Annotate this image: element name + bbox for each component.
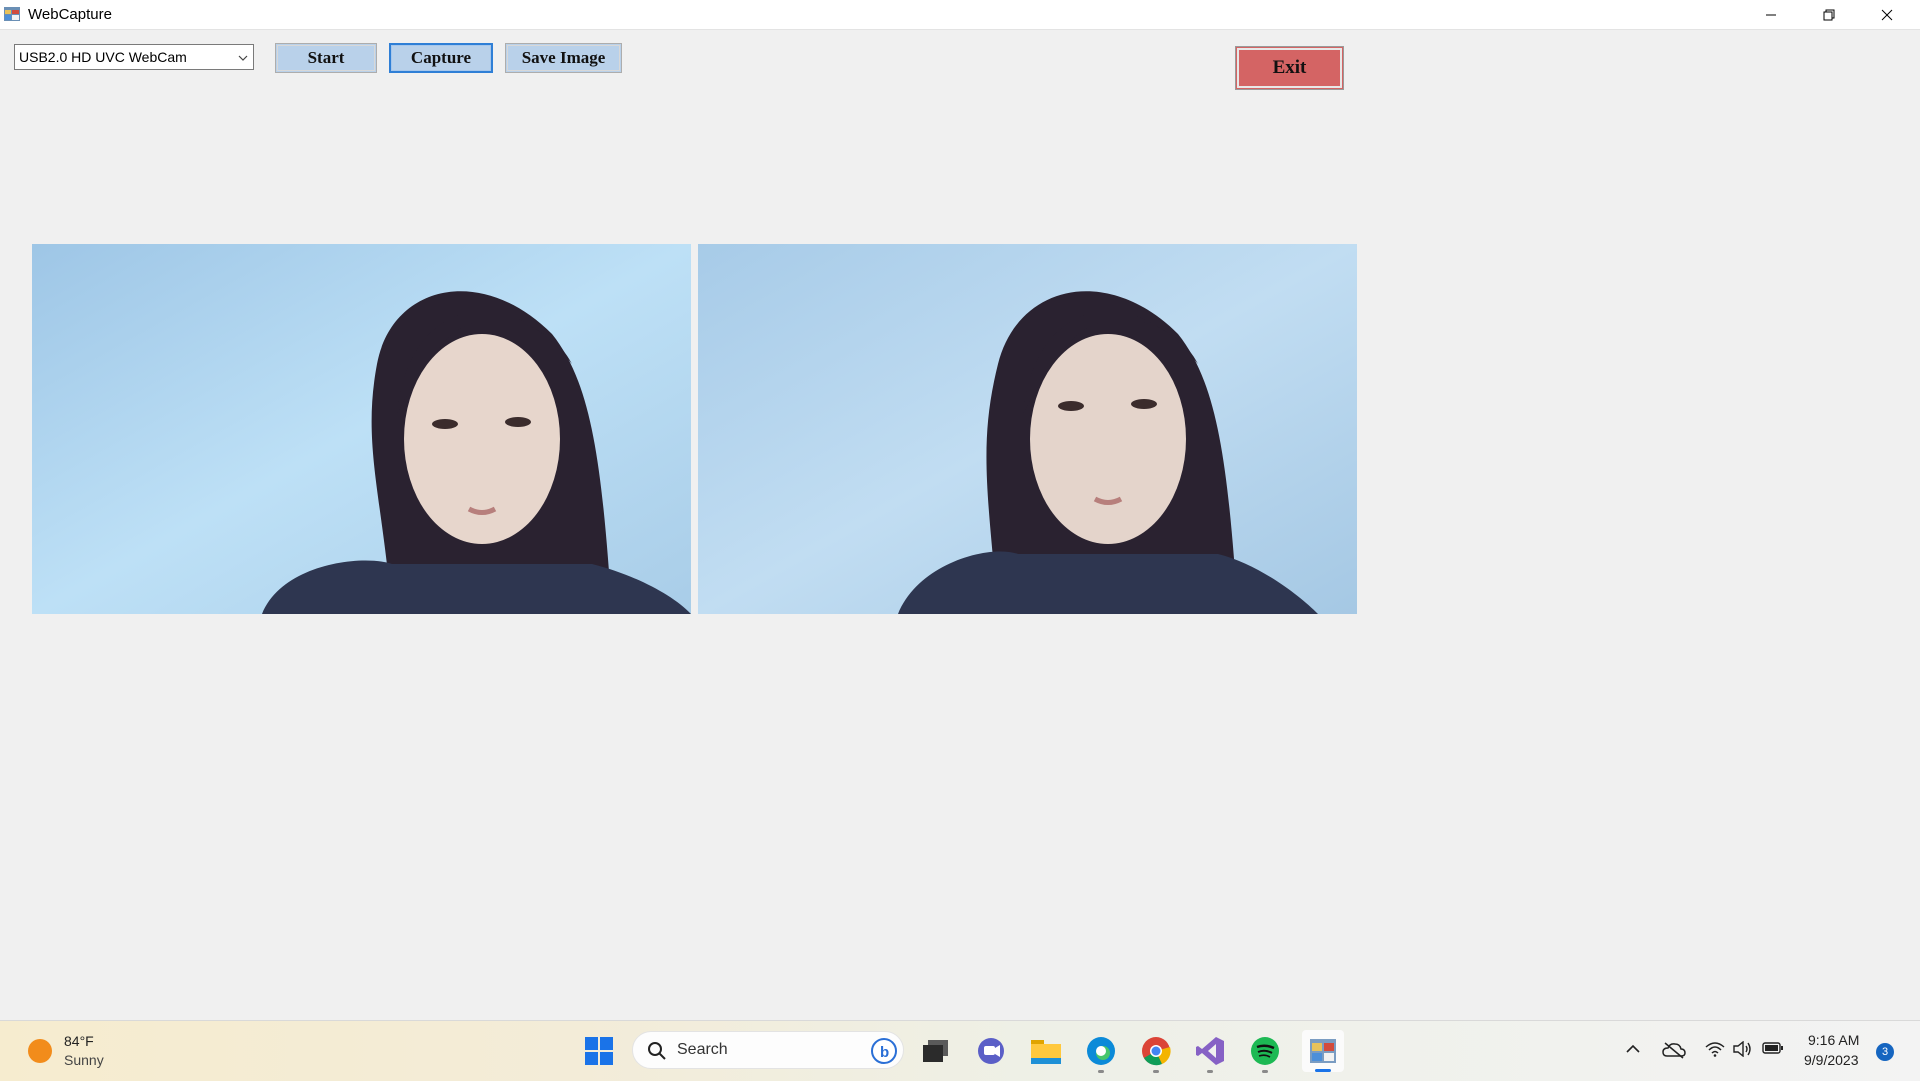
- sun-icon[interactable]: [28, 1039, 52, 1063]
- camera-device-value: USB2.0 HD UVC WebCam: [19, 49, 187, 65]
- start-button[interactable]: Start: [275, 43, 377, 73]
- weather-temperature[interactable]: 84°F: [64, 1033, 94, 1049]
- file-explorer-icon[interactable]: [1028, 1033, 1064, 1069]
- search-placeholder: Search: [677, 1041, 728, 1058]
- running-indicator: [1207, 1070, 1213, 1073]
- clock-date[interactable]: 9/9/2023: [1804, 1052, 1859, 1068]
- chevron-up-icon[interactable]: [1625, 1041, 1641, 1062]
- running-indicator: [1098, 1070, 1104, 1073]
- running-indicator: [1262, 1070, 1268, 1073]
- clock-time[interactable]: 9:16 AM: [1808, 1032, 1859, 1048]
- minimize-icon: [1766, 14, 1776, 15]
- exit-button[interactable]: Exit: [1235, 46, 1344, 90]
- bing-icon[interactable]: b: [871, 1038, 897, 1064]
- teams-icon[interactable]: [973, 1033, 1009, 1069]
- close-icon: [1881, 9, 1893, 20]
- weather-condition[interactable]: Sunny: [64, 1052, 104, 1068]
- visual-studio-icon[interactable]: [1192, 1033, 1228, 1073]
- chevron-down-icon: [237, 51, 249, 67]
- app-icon: [4, 7, 20, 21]
- webcapture-app-icon[interactable]: [1302, 1030, 1344, 1072]
- live-webcam-picture: [32, 244, 691, 614]
- spotify-icon[interactable]: [1247, 1033, 1283, 1073]
- active-indicator: [1315, 1069, 1331, 1072]
- restore-icon: [1823, 9, 1835, 20]
- capture-button[interactable]: Capture: [389, 43, 493, 73]
- volume-icon[interactable]: [1733, 1040, 1753, 1062]
- taskbar-search-box[interactable]: Search b: [632, 1031, 904, 1069]
- svg-text:b: b: [880, 1044, 889, 1061]
- close-button[interactable]: [1858, 0, 1916, 29]
- onedrive-icon[interactable]: [1662, 1041, 1686, 1064]
- camera-device-select[interactable]: USB2.0 HD UVC WebCam: [14, 44, 254, 70]
- minimize-button[interactable]: [1742, 0, 1800, 29]
- restore-button[interactable]: [1800, 0, 1858, 29]
- wifi-icon[interactable]: [1705, 1041, 1725, 1062]
- edge-icon[interactable]: [1083, 1033, 1119, 1073]
- window-client-area: USB2.0 HD UVC WebCam Start Capture Save …: [0, 30, 1920, 1020]
- captured-picture: [698, 244, 1357, 614]
- taskbar: 84°F Sunny Search b 9:16 AM 9/9/2023 3: [0, 1020, 1920, 1081]
- chrome-icon[interactable]: [1138, 1033, 1174, 1073]
- window-title: WebCapture: [28, 6, 112, 23]
- running-indicator: [1153, 1070, 1159, 1073]
- start-icon[interactable]: [581, 1033, 617, 1069]
- task-view-icon[interactable]: [918, 1033, 954, 1069]
- search-icon: [647, 1041, 667, 1066]
- battery-icon[interactable]: [1762, 1041, 1784, 1060]
- title-bar: WebCapture: [0, 0, 1920, 30]
- notification-badge[interactable]: 3: [1876, 1043, 1894, 1061]
- save-image-button[interactable]: Save Image: [505, 43, 622, 73]
